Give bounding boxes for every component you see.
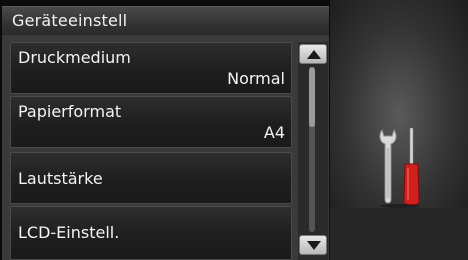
menu-header: Geräteeinstell: [2, 6, 329, 36]
menu-item-label: Papierformat: [18, 102, 122, 121]
menu-item-label: LCD-Einstell.: [18, 223, 120, 242]
chevron-up-icon: [307, 50, 321, 59]
chevron-down-icon: [307, 241, 321, 250]
page-title: Geräteeinstell: [12, 11, 128, 30]
scroll-down-button[interactable]: [299, 235, 327, 255]
scrollbar[interactable]: [298, 42, 328, 260]
scroll-thumb[interactable]: [309, 67, 315, 127]
menu-item-papierformat[interactable]: Papierformat A4: [10, 96, 292, 148]
menu-item-druckmedium[interactable]: Druckmedium Normal: [10, 42, 292, 94]
wrench-screwdriver-icon: [379, 128, 420, 208]
menu-item-value: Normal: [227, 69, 285, 88]
menu-item-lautstaerke[interactable]: Lautstärke: [10, 152, 292, 204]
illustration-panel: [330, 0, 468, 260]
menu-item-value: A4: [263, 123, 285, 142]
device-screen: Geräteeinstell Druckmedium Normal Papier…: [0, 0, 468, 260]
menu-item-lcd-einstell[interactable]: LCD-Einstell.: [10, 206, 292, 260]
scroll-up-button[interactable]: [299, 44, 327, 64]
scroll-track[interactable]: [309, 67, 315, 232]
menu-item-label: Druckmedium: [18, 48, 131, 67]
illustration-floor: [330, 208, 468, 260]
menu-item-label: Lautstärke: [18, 169, 103, 188]
